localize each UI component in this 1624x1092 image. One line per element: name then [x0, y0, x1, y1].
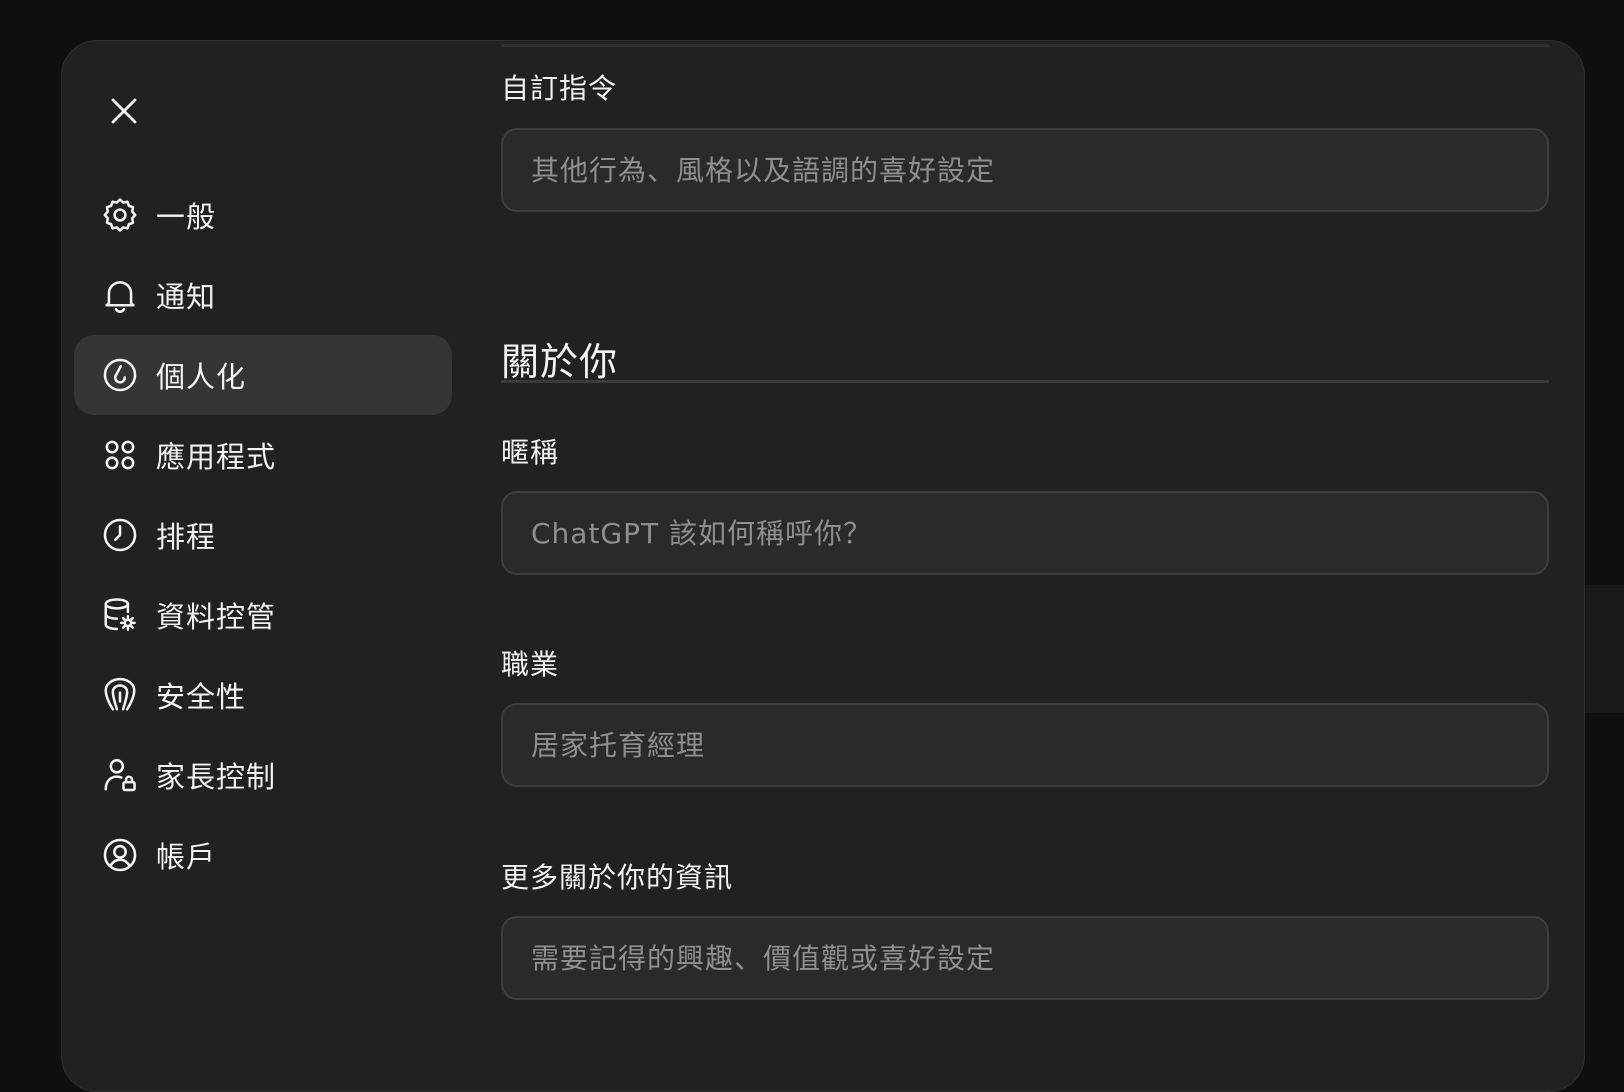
sidebar-item-apps[interactable]: 應用程式	[74, 415, 452, 495]
more-about-you-input[interactable]	[501, 916, 1549, 1000]
about-you-heading: 關於你	[501, 340, 619, 384]
sidebar-item-label: 排程	[156, 520, 217, 554]
divider	[501, 380, 1549, 383]
clock-icon	[100, 515, 140, 555]
more-about-you-label: 更多關於你的資訊	[501, 861, 734, 894]
sidebar-item-security[interactable]: 安全性	[74, 655, 452, 735]
person-lock-icon	[100, 755, 140, 795]
divider	[501, 44, 1549, 47]
sidebar-item-label: 家長控制	[156, 760, 277, 794]
sidebar-item-label: 一般	[156, 200, 217, 234]
sidebar-item-label: 應用程式	[156, 440, 277, 474]
nickname-input[interactable]	[501, 491, 1549, 575]
sidebar-item-personalization[interactable]: 個人化	[74, 335, 452, 415]
database-gear-icon	[100, 595, 140, 635]
settings-sidebar: 一般 通知 個人化 應用程式 排程 資料控管 安全性 家長控制 帳戶	[74, 175, 452, 895]
sidebar-item-schedule[interactable]: 排程	[74, 495, 452, 575]
close-icon	[111, 98, 137, 124]
custom-instructions-input[interactable]	[501, 128, 1549, 212]
personalization-icon	[100, 355, 140, 395]
sidebar-item-data-controls[interactable]: 資料控管	[74, 575, 452, 655]
sidebar-item-label: 安全性	[156, 680, 247, 714]
occupation-label: 職業	[501, 648, 560, 681]
sidebar-item-label: 帳戶	[156, 840, 217, 874]
sidebar-item-account[interactable]: 帳戶	[74, 815, 452, 895]
gear-icon	[100, 195, 140, 235]
close-button[interactable]	[98, 85, 150, 137]
custom-instructions-label: 自訂指令	[501, 72, 618, 105]
security-icon	[100, 675, 140, 715]
nickname-label: 暱稱	[501, 436, 560, 469]
user-circle-icon	[100, 835, 140, 875]
settings-modal: 一般 通知 個人化 應用程式 排程 資料控管 安全性 家長控制 帳戶 自訂指令 …	[61, 40, 1585, 1092]
bell-icon	[100, 275, 140, 315]
sidebar-item-notifications[interactable]: 通知	[74, 255, 452, 335]
sidebar-item-label: 個人化	[156, 360, 247, 394]
sidebar-item-label: 資料控管	[156, 600, 277, 634]
sidebar-item-parental-controls[interactable]: 家長控制	[74, 735, 452, 815]
sidebar-item-general[interactable]: 一般	[74, 175, 452, 255]
apps-grid-icon	[100, 435, 140, 475]
sidebar-item-label: 通知	[156, 280, 217, 314]
occupation-input[interactable]	[501, 703, 1549, 787]
